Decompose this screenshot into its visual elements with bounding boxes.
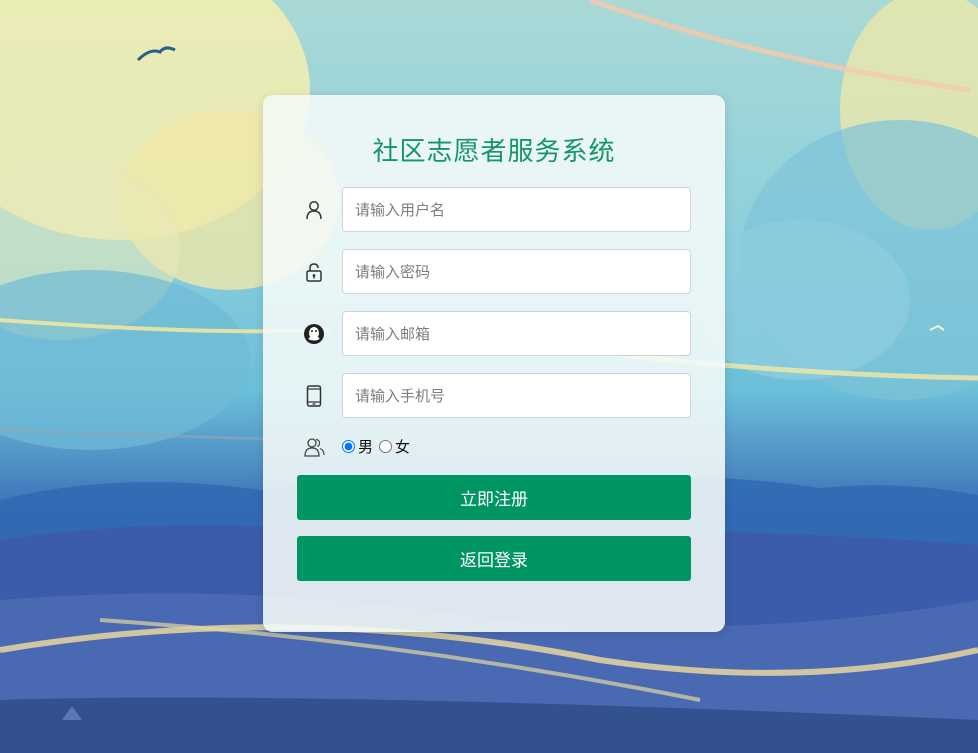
lock-icon	[297, 249, 331, 294]
username-row	[297, 187, 691, 232]
gender-label-female: 女	[395, 438, 411, 456]
users-icon	[297, 432, 331, 462]
mobile-phone-icon	[297, 373, 331, 418]
gender-options: 男 女	[342, 436, 416, 457]
gender-option-male[interactable]: 男	[342, 436, 373, 457]
user-icon	[297, 187, 331, 232]
phone-row	[297, 373, 691, 418]
email-input[interactable]	[342, 311, 691, 356]
qq-penguin-icon	[297, 311, 331, 356]
username-input[interactable]	[342, 187, 691, 232]
page-title: 社区志愿者服务系统	[372, 137, 616, 167]
gender-option-female[interactable]: 女	[379, 436, 410, 457]
email-row	[297, 311, 691, 356]
gender-label-male: 男	[358, 438, 374, 456]
phone-input[interactable]	[342, 373, 691, 418]
register-card: 社区志愿者服务系统 请输入用户名 请输入邮箱 请输入手机号 男 女 立即注册 返…	[263, 95, 725, 632]
password-input[interactable]	[342, 249, 691, 294]
register-button[interactable]: 立即注册	[297, 475, 691, 520]
password-row	[297, 249, 691, 294]
gender-radio-male[interactable]	[342, 440, 355, 453]
gender-radio-female[interactable]	[379, 440, 393, 453]
gender-row: 男 女	[297, 432, 691, 462]
back-to-login-button[interactable]: 返回登录	[297, 536, 691, 581]
